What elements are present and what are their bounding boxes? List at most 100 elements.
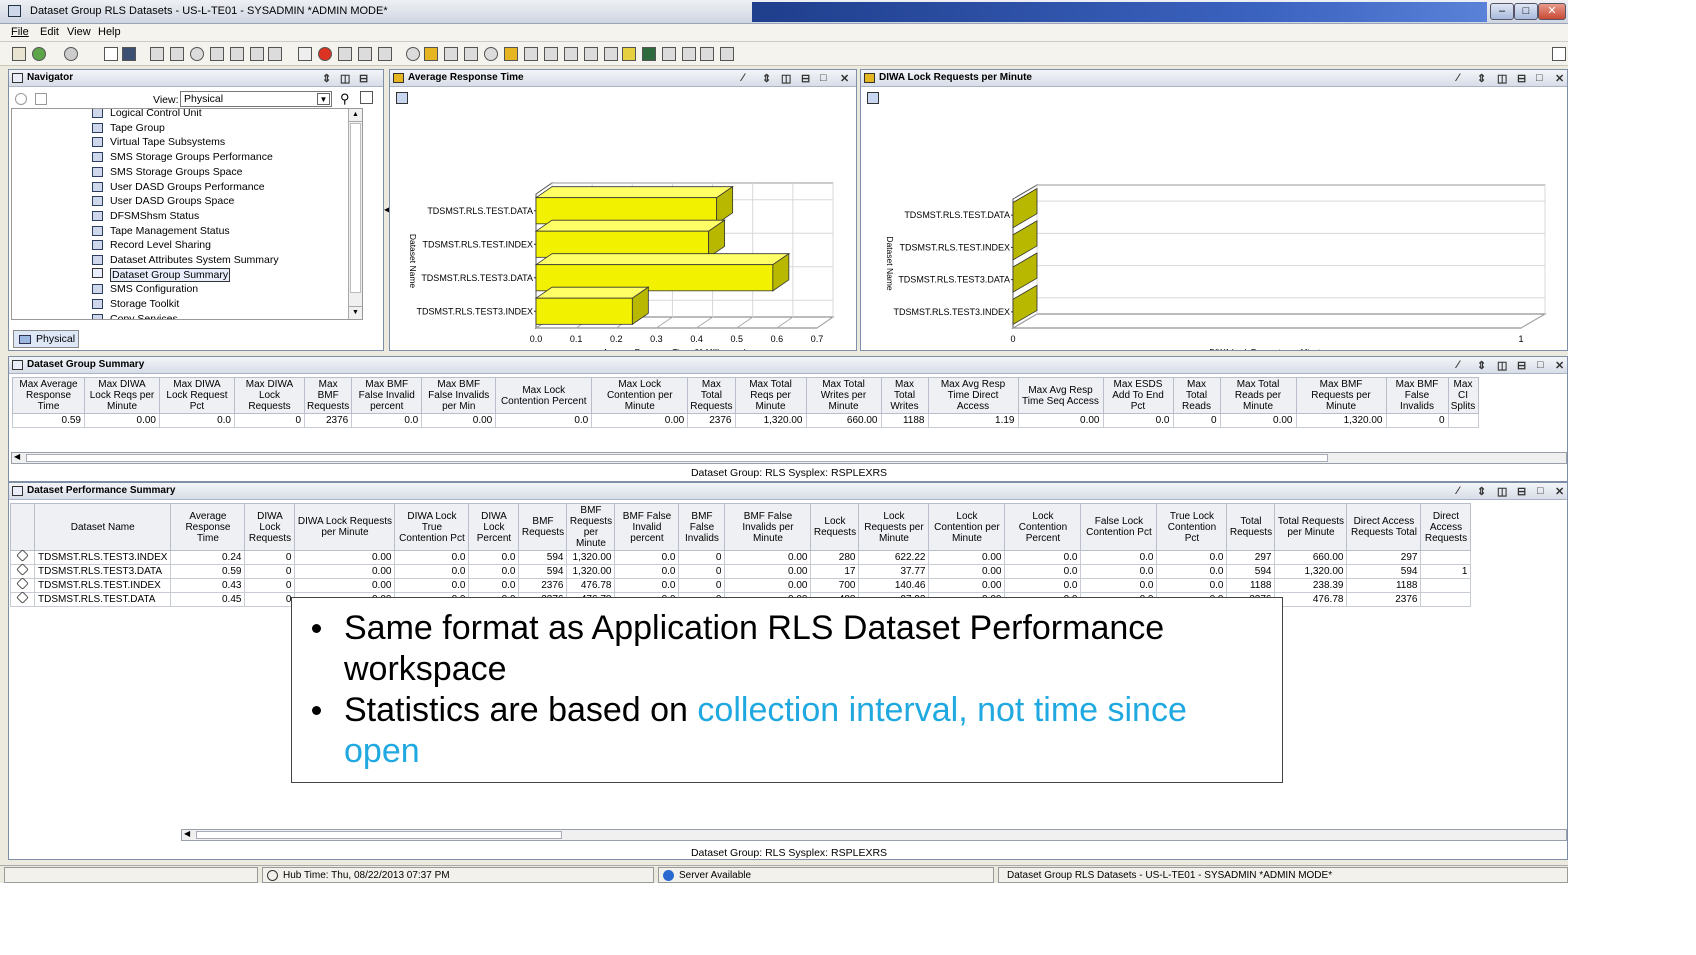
save-icon[interactable]	[122, 47, 136, 61]
browser-icon[interactable]	[524, 47, 538, 61]
column-header[interactable]: Max Average Response Time	[12, 377, 85, 414]
menu-file[interactable]: File	[11, 26, 29, 38]
scroll-thumb[interactable]	[350, 123, 361, 293]
maximize-pane-icon[interactable]: □	[1537, 485, 1544, 497]
close-pane-icon[interactable]: ✕	[840, 72, 849, 85]
column-header[interactable]: DIWA Lock Requests per Minute	[294, 503, 396, 551]
column-header[interactable]: DIWA Lock Requests	[244, 503, 296, 551]
edit-window-icon[interactable]	[662, 47, 676, 61]
split-horizontal-icon[interactable]: ⊟	[801, 72, 810, 85]
column-header[interactable]: Max Avg Resp Time Direct Access	[927, 377, 1019, 414]
link-icon[interactable]	[10, 591, 35, 607]
table-view-icon[interactable]	[150, 47, 164, 61]
clock-icon[interactable]	[484, 47, 498, 61]
column-header[interactable]: Max Lock Contention per Minute	[591, 377, 689, 414]
search-icon[interactable]: ⚲	[340, 91, 350, 107]
layout-icon[interactable]	[720, 47, 734, 61]
column-header[interactable]: Lock Requests	[810, 503, 860, 551]
menu-view[interactable]: View	[67, 26, 91, 38]
column-header[interactable]: Max Total Writes	[880, 377, 929, 414]
table-row[interactable]: TDSMST.RLS.TEST3.INDEX 0.24 0 0.00 0.0 0.0 594…	[10, 549, 1472, 565]
edit-properties-icon[interactable]: ⁄	[742, 72, 744, 84]
column-header[interactable]: BMF False Invalids per Minute	[724, 503, 812, 551]
column-header[interactable]: Max DIWA Lock Reqs per Minute	[84, 377, 160, 414]
maximize-pane-icon[interactable]: □	[1536, 72, 1543, 84]
split-vertical-icon[interactable]: ◫	[340, 72, 350, 85]
column-header[interactable]: Max Total Writes per Minute	[805, 377, 882, 414]
chart-view-icon[interactable]	[170, 47, 184, 61]
bar[interactable]	[535, 297, 633, 325]
properties-icon[interactable]	[700, 47, 714, 61]
column-header[interactable]: Dataset Name	[33, 503, 172, 551]
console-icon[interactable]	[564, 47, 578, 61]
sort-icon[interactable]: ⇕	[762, 72, 771, 85]
column-header[interactable]: Max BMF Requests per Minute	[1295, 377, 1387, 414]
column-header[interactable]: Max BMF False Invalids per Min	[421, 377, 497, 414]
scroll-thumb[interactable]	[196, 831, 562, 839]
sort-icon[interactable]: ⇕	[1477, 485, 1486, 498]
column-header[interactable]: Max DIWA Lock Requests	[234, 377, 305, 414]
split-vertical-icon[interactable]: ◫	[1497, 485, 1507, 498]
scroll-thumb[interactable]	[26, 454, 1328, 462]
restore-icon[interactable]	[1552, 47, 1566, 61]
column-header[interactable]: Max DIWA Lock Request Pct	[159, 377, 235, 414]
pie-chart-icon[interactable]	[190, 47, 204, 61]
performance-summary-scrollbar[interactable]: ◀	[181, 829, 1567, 841]
globe-icon[interactable]	[406, 47, 420, 61]
column-header[interactable]: Max Total Requests	[687, 377, 736, 414]
close-pane-icon[interactable]: ✕	[1555, 72, 1564, 85]
column-header[interactable]: False Lock Contention Pct	[1080, 503, 1158, 551]
chevron-down-icon[interactable]: ▼	[317, 93, 330, 105]
column-header[interactable]: Max BMF False Invalid percent	[351, 377, 423, 414]
split-vertical-icon[interactable]: ◫	[1497, 359, 1507, 372]
column-header[interactable]: Max Total Reads	[1172, 377, 1221, 414]
navigator-tree-icon[interactable]	[35, 93, 47, 105]
table-row[interactable]: 0.59 0.00 0.0 0 2376 0.0 0.00 0.0 0.00 2376 1,320.…	[12, 413, 1479, 428]
split-horizontal-icon[interactable]: ⊟	[1517, 359, 1526, 372]
split-horizontal-icon[interactable]: ⊟	[1517, 485, 1526, 498]
edit-properties-icon[interactable]: ⁄	[1457, 359, 1459, 371]
split-vertical-icon[interactable]: ◫	[1497, 72, 1507, 85]
mountain-chart-icon[interactable]	[464, 47, 478, 61]
column-header[interactable]: Lock Contention per Minute	[928, 503, 1006, 551]
column-header[interactable]: Max CI Splits	[1447, 377, 1479, 414]
bar-top-face[interactable]	[534, 219, 726, 232]
lightning-icon[interactable]	[622, 47, 636, 61]
split-horizontal-icon[interactable]: ⊟	[359, 72, 368, 85]
column-header[interactable]: Average Response Time	[170, 503, 246, 551]
image-icon[interactable]	[504, 47, 518, 61]
menu-help[interactable]: Help	[98, 26, 121, 38]
tree-vertical-scrollbar[interactable]: ▲ ▼	[348, 109, 362, 319]
column-header[interactable]: Total Requests	[1226, 503, 1276, 551]
edit-properties-icon[interactable]: ⁄	[1457, 485, 1459, 497]
minimize-button[interactable]: –	[1490, 3, 1514, 20]
topology-icon[interactable]	[268, 47, 282, 61]
close-pane-icon[interactable]: ✕	[1555, 485, 1564, 498]
table-row[interactable]: TDSMST.RLS.TEST.INDEX 0.43 0 0.00 0.0 0.0 2376…	[10, 577, 1472, 593]
bar-top-face[interactable]	[534, 286, 650, 299]
close-button[interactable]: ✕	[1538, 3, 1566, 20]
column-header[interactable]: Max Total Reqs per Minute	[734, 377, 807, 414]
back-icon[interactable]	[32, 47, 46, 61]
column-header[interactable]: DIWA Lock Percent	[468, 503, 520, 551]
column-header[interactable]: Direct Access Requests	[1420, 503, 1472, 551]
scroll-up-icon[interactable]: ▲	[349, 109, 362, 122]
record-icon[interactable]	[318, 47, 332, 61]
notepad-icon[interactable]	[250, 47, 264, 61]
chart-properties-icon[interactable]	[396, 92, 408, 104]
edit-properties-icon[interactable]: ⁄	[1457, 72, 1459, 84]
sound-icon[interactable]	[378, 47, 392, 61]
view-select[interactable]: Physical ▼	[180, 91, 332, 107]
column-header[interactable]: BMF False Invalid percent	[614, 503, 680, 551]
chart-properties-icon[interactable]	[867, 92, 879, 104]
maximize-pane-icon[interactable]: □	[820, 72, 827, 84]
scroll-left-icon[interactable]: ◀	[14, 452, 20, 461]
column-header[interactable]: BMF False Invalids	[678, 503, 726, 551]
area-chart-icon[interactable]	[444, 47, 458, 61]
bar-top-face[interactable]	[534, 186, 734, 199]
edit-icon[interactable]	[360, 91, 373, 104]
scroll-down-icon[interactable]: ▼	[349, 306, 362, 319]
column-header[interactable]: Lock Requests per Minute	[858, 503, 930, 551]
pause-icon[interactable]	[298, 47, 312, 61]
link-icon[interactable]	[10, 577, 35, 593]
